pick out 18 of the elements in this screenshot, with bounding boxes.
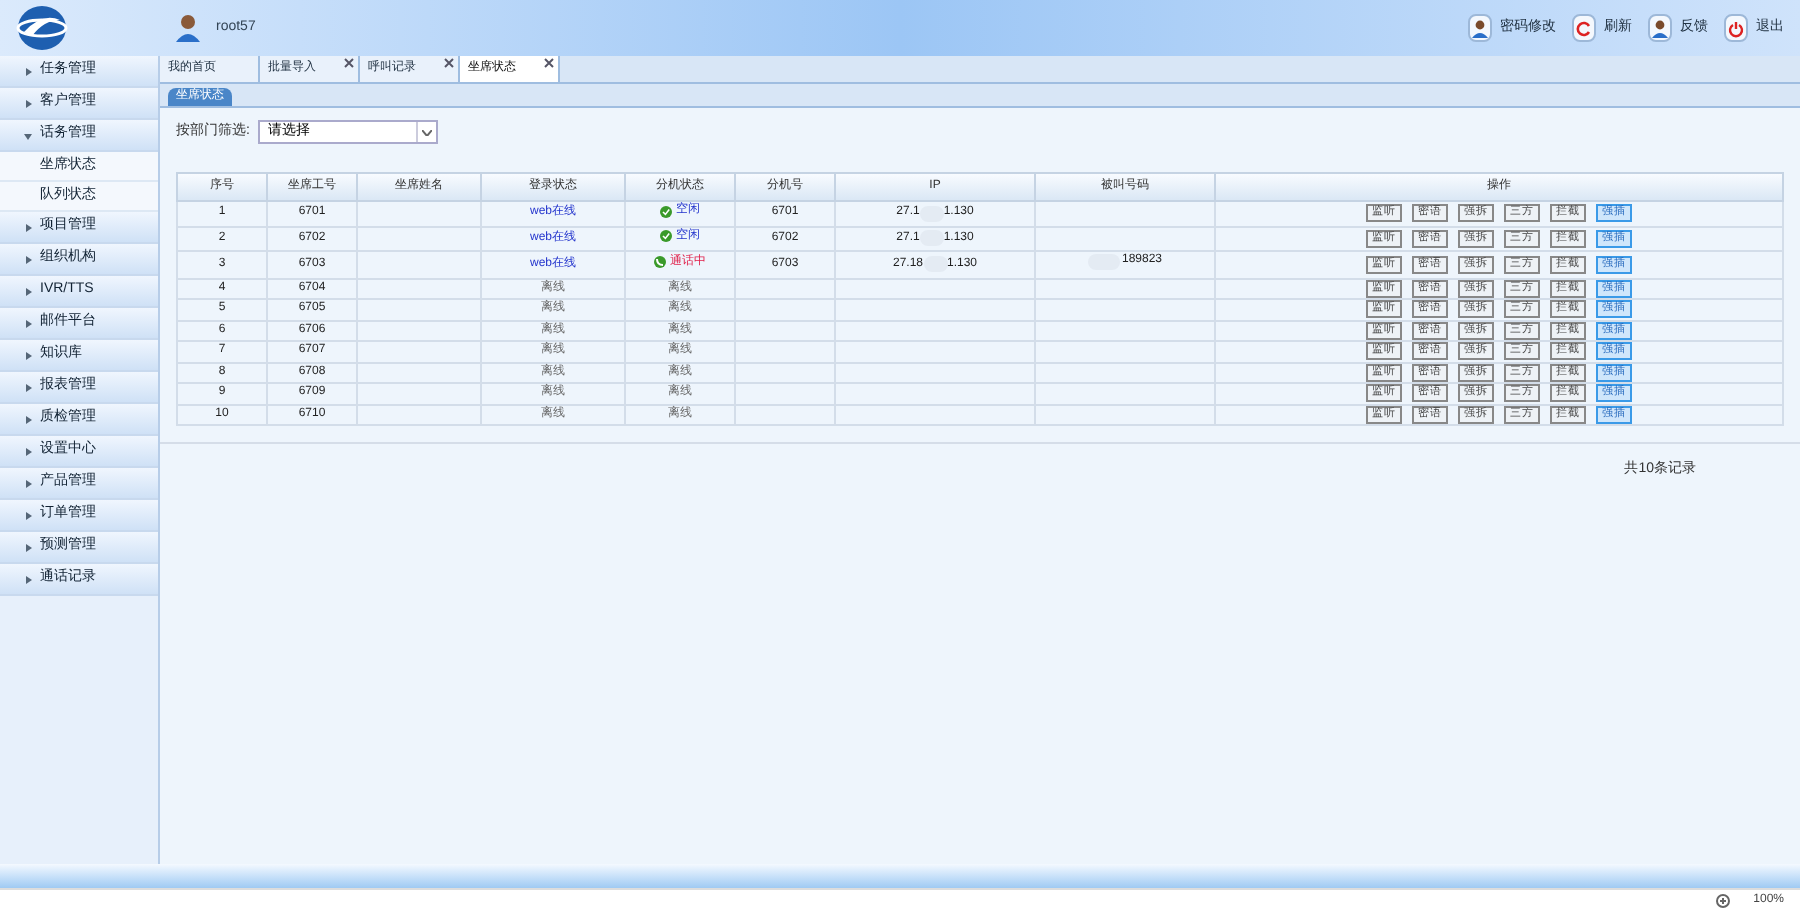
caret-icon [421,129,432,135]
close-icon[interactable] [444,58,454,68]
power-icon [1728,19,1744,37]
header-button[interactable] [1572,14,1596,42]
phone-icon [654,256,666,268]
close-icon[interactable] [544,58,554,68]
header-button[interactable] [1724,14,1748,42]
logo-icon [16,4,68,52]
refresh-icon [1576,19,1592,37]
close-icon[interactable] [344,58,354,68]
user-icon [176,14,200,42]
header-button[interactable] [1468,14,1492,42]
check-icon [660,205,672,217]
header-button[interactable] [1648,14,1672,42]
check-icon [660,230,672,242]
user-icon [1472,19,1488,37]
user-icon [1652,19,1668,37]
zoom-icon[interactable] [1715,893,1730,907]
